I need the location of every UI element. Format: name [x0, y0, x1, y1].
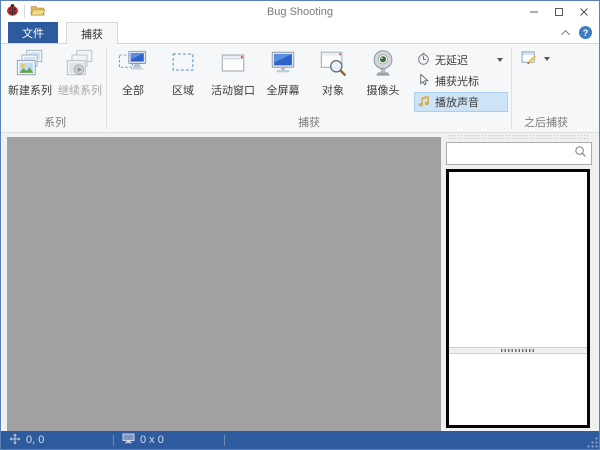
window-controls — [523, 4, 594, 20]
new-series-label: 新建系列 — [8, 82, 52, 98]
right-panel — [441, 133, 599, 431]
list-pane-bottom[interactable] — [449, 354, 587, 425]
music-notes-icon — [417, 94, 430, 110]
open-folder-icon[interactable] — [30, 3, 45, 21]
capture-object-button[interactable]: 对象 — [308, 45, 358, 99]
minimize-button[interactable] — [523, 4, 544, 20]
app-bug-icon[interactable] — [6, 3, 19, 21]
window-red-dot-icon — [218, 48, 248, 81]
ribbon-helper-buttons: ? — [559, 22, 599, 43]
collapse-ribbon-icon[interactable] — [559, 24, 572, 42]
capture-options-column: 无延迟 捕获光标 — [408, 45, 510, 114]
window-magnifier-icon — [318, 48, 348, 81]
capture-region-label: 区域 — [172, 82, 194, 98]
status-separator — [224, 435, 225, 446]
resize-grip-icon[interactable] — [585, 435, 599, 449]
window-pencil-icon — [521, 50, 540, 71]
search-icon — [574, 145, 587, 163]
titlebar: Bug Shooting — [1, 1, 599, 22]
capture-active-window-label: 活动窗口 — [211, 82, 255, 98]
continue-series-label: 继续系列 — [58, 82, 102, 98]
status-size: 0 x 0 — [114, 433, 224, 447]
small-monitor-icon — [122, 433, 135, 447]
capture-fullscreen-button[interactable]: 全屏幕 — [258, 45, 308, 99]
capture-object-label: 对象 — [322, 82, 344, 98]
play-sound-label: 播放声音 — [435, 94, 479, 110]
panel-splitter-grip[interactable] — [448, 134, 590, 139]
webcam-icon — [368, 48, 398, 81]
splitter-dots-icon — [501, 349, 535, 352]
group-after-capture: 之后捕获 — [513, 45, 579, 132]
ribbon-tab-row: 文件 捕获 ? — [1, 22, 599, 44]
window-title: Bug Shooting — [1, 6, 599, 18]
search-input[interactable] — [451, 146, 574, 162]
tab-capture[interactable]: 捕获 — [66, 22, 118, 44]
app-window: Bug Shooting 文件 捕获 ? — [0, 0, 600, 450]
capture-webcam-label: 摄像头 — [367, 82, 400, 98]
play-sound-toggle[interactable]: 播放声音 — [414, 92, 508, 112]
group-separator — [106, 48, 107, 129]
capture-fullscreen-label: 全屏幕 — [267, 82, 300, 98]
group-capture-label: 捕获 — [108, 114, 510, 132]
quick-access-toolbar — [6, 3, 45, 21]
close-button[interactable] — [573, 4, 594, 20]
dropdown-arrow-icon[interactable] — [497, 58, 503, 62]
continue-series-button[interactable]: 继续系列 — [55, 45, 105, 99]
dropdown-arrow-icon[interactable] — [544, 57, 550, 61]
photo-stack-icon — [15, 48, 45, 81]
arrow-pointer-icon — [417, 73, 430, 89]
ribbon: 新建系列 继续系列 系列 — [1, 44, 599, 133]
delay-label: 无延迟 — [435, 52, 468, 68]
capture-webcam-button[interactable]: 摄像头 — [358, 45, 408, 99]
group-after-capture-label: 之后捕获 — [513, 114, 579, 132]
status-position: 0, 0 — [9, 433, 113, 448]
new-series-button[interactable]: 新建系列 — [5, 45, 55, 99]
capture-all-label: 全部 — [122, 82, 144, 98]
status-position-value: 0, 0 — [26, 434, 44, 446]
dashed-rectangle-icon — [168, 48, 198, 81]
maximize-button[interactable] — [548, 4, 569, 20]
group-capture: 全部 区域 — [108, 45, 510, 132]
stopwatch-icon — [417, 52, 430, 68]
content-area — [1, 133, 599, 431]
photo-stack-play-icon — [65, 48, 95, 81]
group-series: 新建系列 继续系列 系列 — [5, 45, 105, 132]
after-capture-button[interactable] — [513, 45, 579, 71]
list-pane-top[interactable] — [449, 172, 587, 347]
status-size-value: 0 x 0 — [140, 434, 164, 446]
qat-separator — [24, 5, 25, 18]
status-bar: 0, 0 0 x 0 — [1, 431, 599, 449]
tab-file[interactable]: 文件 — [8, 22, 58, 43]
move-arrows-icon — [9, 433, 21, 448]
delay-dropdown[interactable]: 无延迟 — [414, 50, 508, 70]
help-icon[interactable]: ? — [579, 26, 592, 39]
capture-all-button[interactable]: 全部 — [108, 45, 158, 99]
search-box — [446, 142, 592, 165]
group-series-label: 系列 — [5, 114, 105, 132]
capture-list-box — [446, 169, 590, 428]
capture-preview-canvas — [7, 137, 441, 431]
capture-active-window-button[interactable]: 活动窗口 — [208, 45, 258, 99]
group-separator — [511, 48, 512, 129]
monitor-icon — [268, 48, 298, 81]
capture-region-button[interactable]: 区域 — [158, 45, 208, 99]
capture-cursor-toggle[interactable]: 捕获光标 — [414, 71, 508, 91]
capture-cursor-label: 捕获光标 — [435, 73, 479, 89]
monitor-dashed-region-icon — [118, 48, 148, 81]
list-splitter[interactable] — [449, 347, 587, 354]
